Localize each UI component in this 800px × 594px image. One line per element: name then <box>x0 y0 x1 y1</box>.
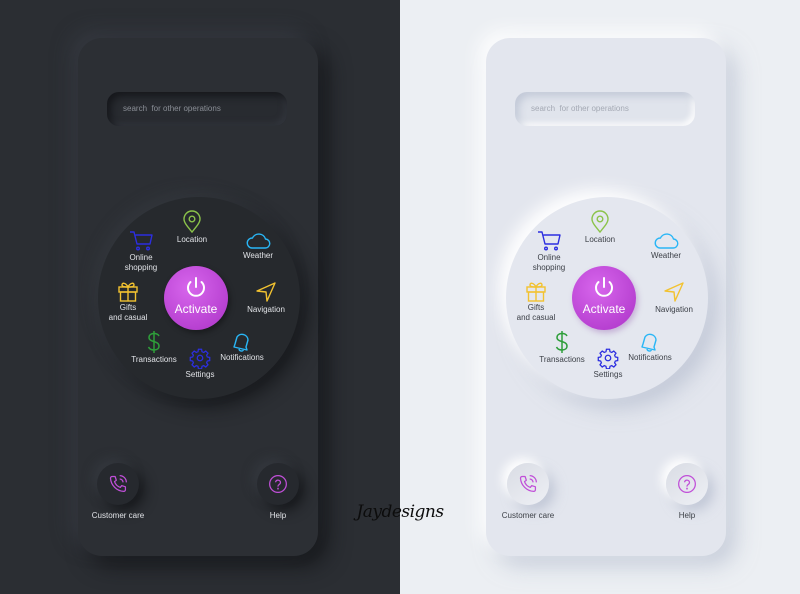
cloud-icon <box>654 233 679 249</box>
question-circle-icon <box>269 475 287 493</box>
menu-item-location[interactable]: Location <box>162 210 222 245</box>
menu-item-navigation[interactable]: Navigation <box>236 280 296 315</box>
menu-item-label: Transactions <box>131 355 177 364</box>
light-theme-panel: Location Weather Navigation Notification… <box>400 0 800 594</box>
menu-item-label: Settings <box>593 370 623 379</box>
phone-screen-dark: Location Weather Navigation Notification… <box>78 38 318 556</box>
menu-item-gifts[interactable]: Gifts and casual <box>506 280 566 323</box>
navigation-arrow-icon <box>256 282 276 302</box>
activate-button[interactable]: Activate <box>572 266 636 330</box>
menu-item-weather[interactable]: Weather <box>636 232 696 261</box>
menu-item-transactions[interactable]: Transactions <box>124 330 184 365</box>
operations-wheel: Location Weather Navigation Notification… <box>506 197 708 399</box>
cart-icon <box>130 231 153 251</box>
gift-icon <box>526 282 546 302</box>
customer-care-label: Customer care <box>501 511 555 520</box>
menu-item-transactions[interactable]: Transactions <box>532 330 592 365</box>
help-label: Help <box>269 511 287 520</box>
menu-item-label: Weather <box>650 251 682 260</box>
customer-care-button[interactable] <box>507 463 549 505</box>
menu-item-label: Location <box>176 235 208 244</box>
power-icon <box>595 277 613 297</box>
question-circle-icon <box>678 475 696 493</box>
menu-item-weather[interactable]: Weather <box>228 232 288 261</box>
map-pin-icon <box>591 210 609 234</box>
power-icon <box>187 277 205 297</box>
gear-icon <box>597 348 619 369</box>
menu-item-label: Navigation <box>247 305 285 314</box>
menu-item-location[interactable]: Location <box>570 210 630 245</box>
menu-item-label: Transactions <box>539 355 585 364</box>
bell-icon <box>233 333 249 352</box>
help-button[interactable] <box>666 463 708 505</box>
activate-button[interactable]: Activate <box>164 266 228 330</box>
operations-wheel: Location Weather Navigation Notification… <box>98 197 300 399</box>
menu-item-label: Weather <box>242 251 274 260</box>
menu-item-label-line2: and casual <box>108 313 148 322</box>
phone-call-icon <box>109 475 127 493</box>
menu-item-label-line2: shopping <box>124 263 158 272</box>
menu-item-label: Online <box>537 253 561 262</box>
menu-item-label: Location <box>584 235 616 244</box>
search-input[interactable] <box>515 92 695 126</box>
phone-call-icon <box>519 475 537 493</box>
phone-screen-light: Location Weather Navigation Notification… <box>486 38 726 556</box>
dollar-icon <box>147 331 160 353</box>
cart-icon <box>538 231 561 251</box>
navigation-arrow-icon <box>664 282 684 302</box>
menu-item-navigation[interactable]: Navigation <box>644 280 704 315</box>
dollar-icon <box>555 331 568 353</box>
help-label: Help <box>678 511 696 520</box>
gift-icon <box>118 282 138 302</box>
dark-theme-panel: Location Weather Navigation Notification… <box>0 0 400 594</box>
menu-item-gifts[interactable]: Gifts and casual <box>98 280 158 323</box>
menu-item-online-shopping[interactable]: Online shopping <box>111 230 171 273</box>
activate-label: Activate <box>174 302 218 316</box>
help-button[interactable] <box>257 463 299 505</box>
menu-item-label: Gifts <box>527 303 545 312</box>
gear-icon <box>189 348 211 369</box>
cloud-icon <box>246 233 271 249</box>
menu-item-online-shopping[interactable]: Online shopping <box>519 230 579 273</box>
bell-icon <box>641 333 657 352</box>
menu-item-label-line2: shopping <box>532 263 566 272</box>
designer-signature: Jaydesigns <box>356 502 444 522</box>
menu-item-label: Navigation <box>655 305 693 314</box>
menu-item-label: Settings <box>185 370 215 379</box>
menu-item-label: Online <box>129 253 153 262</box>
menu-item-label: Gifts <box>119 303 137 312</box>
customer-care-label: Customer care <box>91 511 145 520</box>
activate-label: Activate <box>582 302 626 316</box>
map-pin-icon <box>183 210 201 234</box>
search-input[interactable] <box>107 92 287 126</box>
customer-care-button[interactable] <box>97 463 139 505</box>
menu-item-label-line2: and casual <box>516 313 556 322</box>
